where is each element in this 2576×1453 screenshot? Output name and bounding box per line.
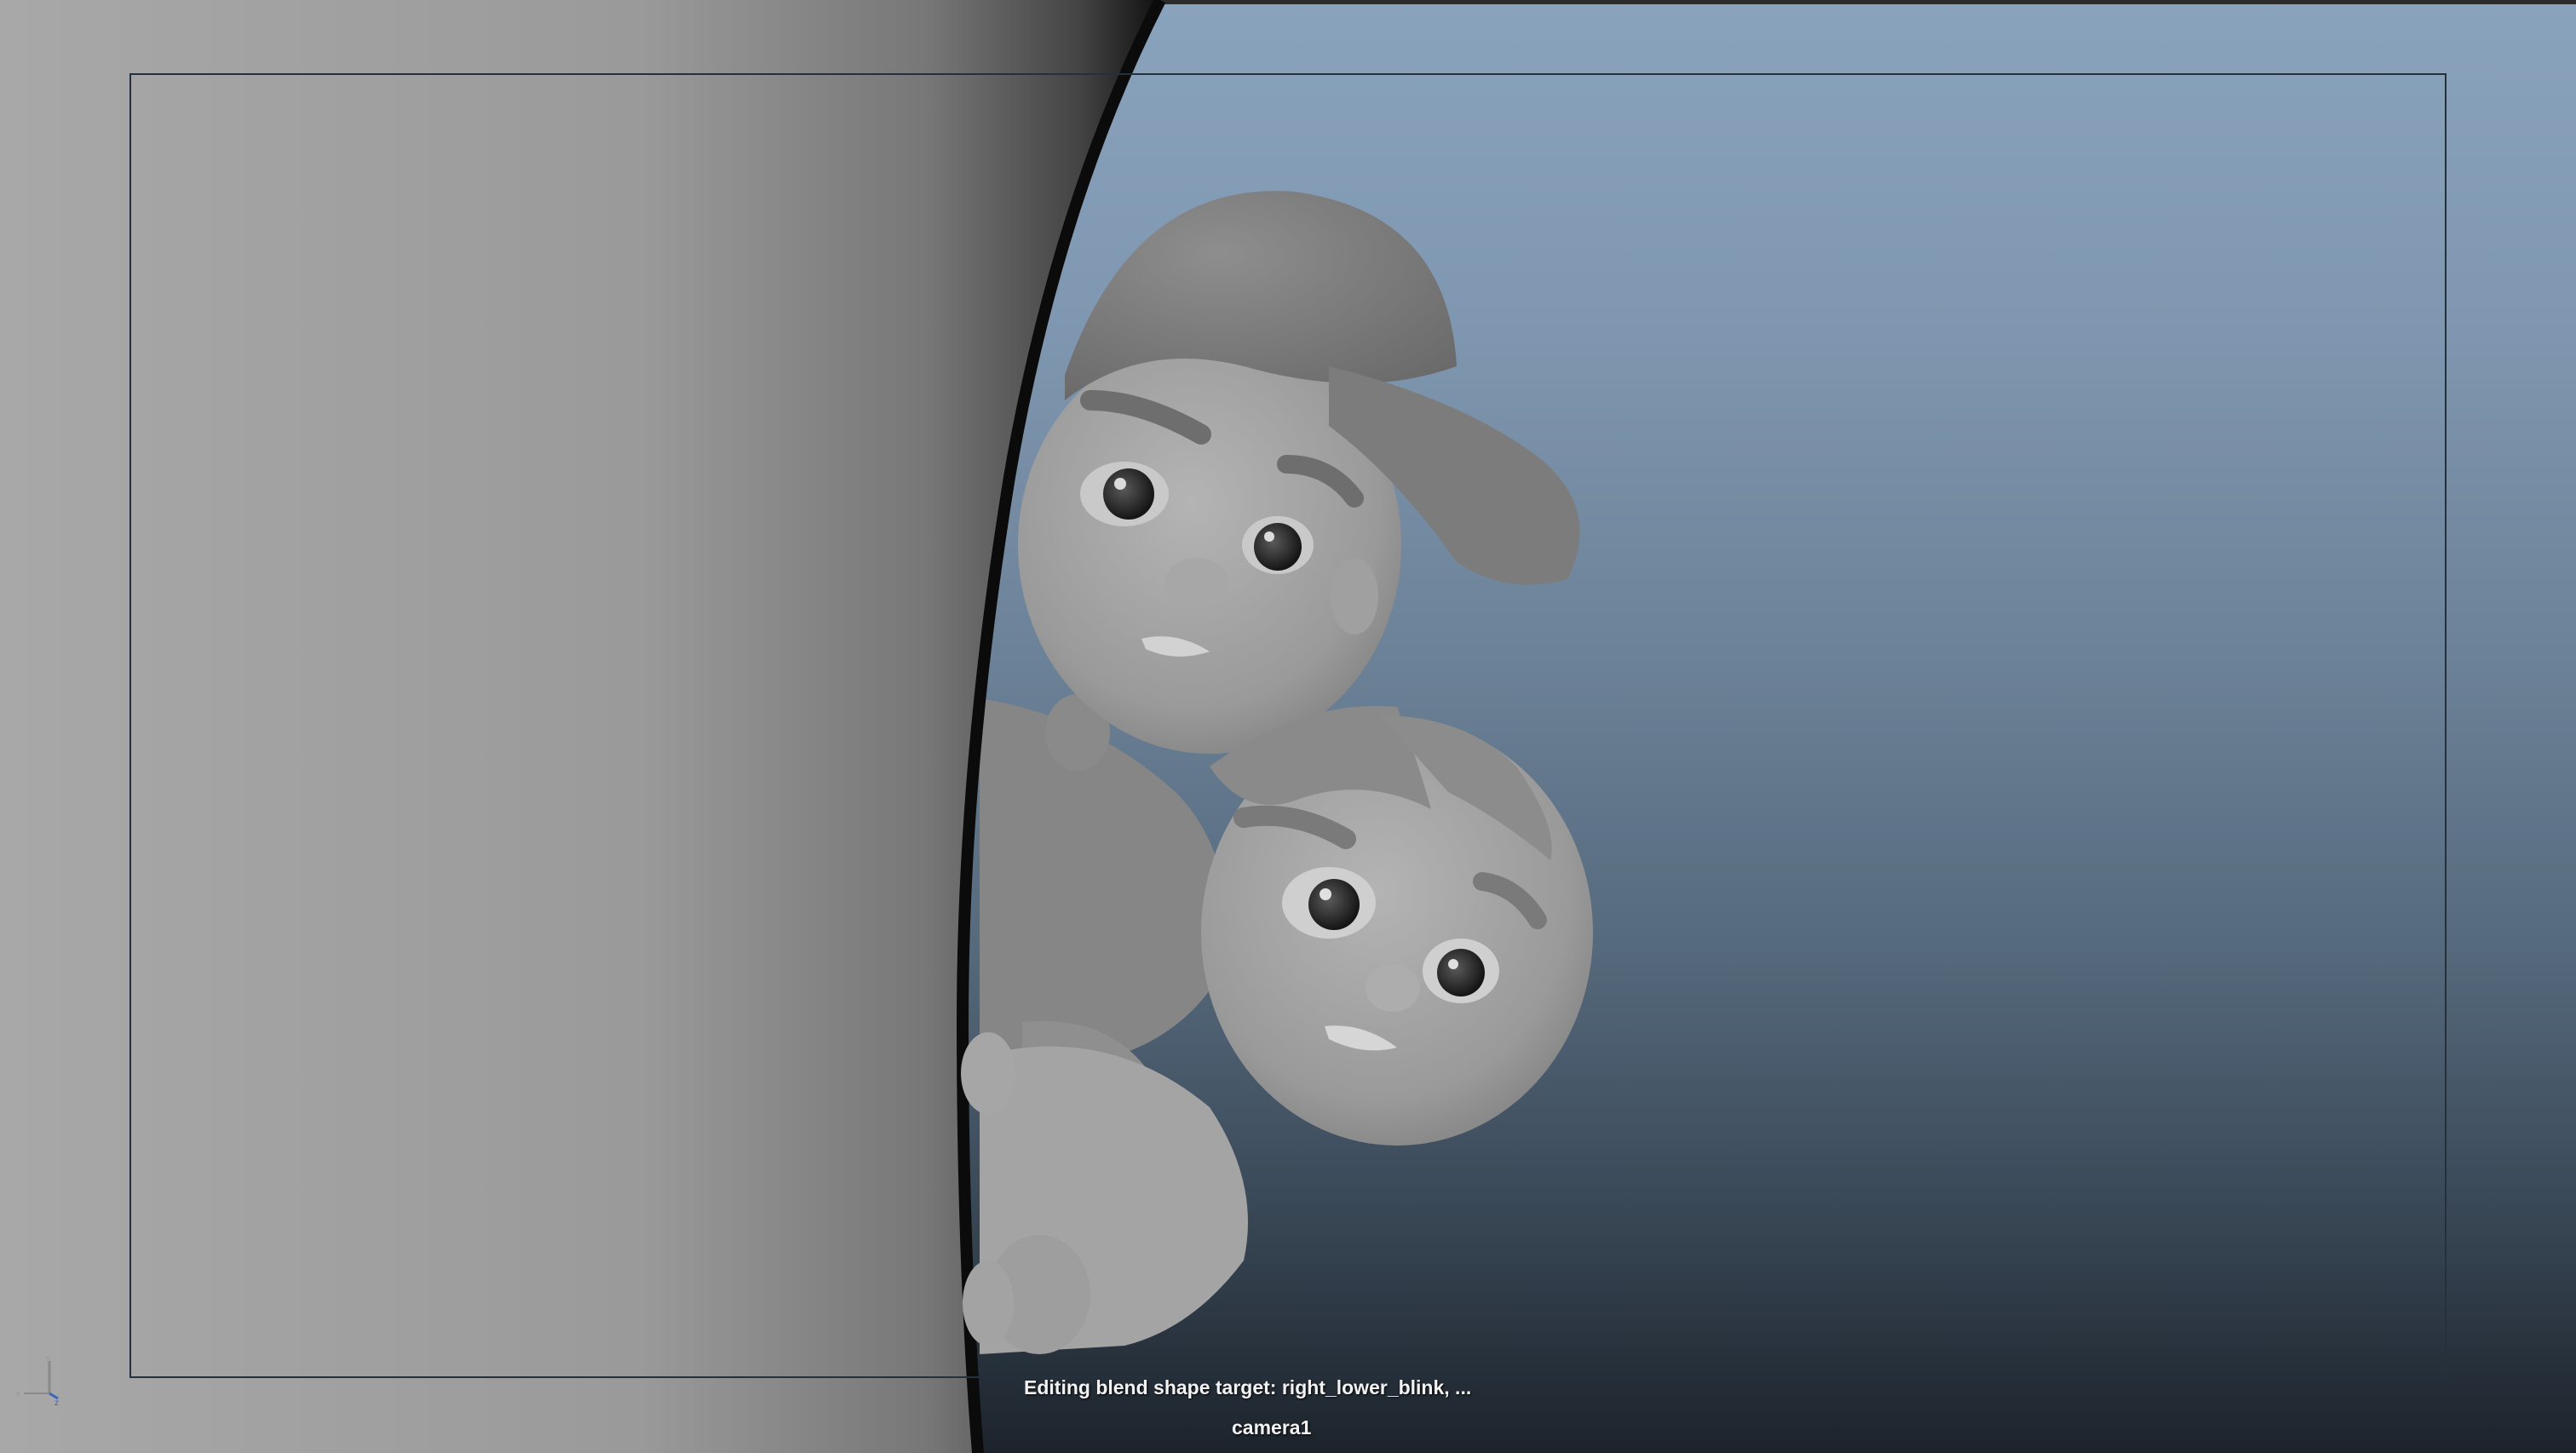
scene-render[interactable] [0, 0, 2576, 1453]
hud-status-message: Editing blend shape target: right_lower_… [1024, 1376, 1472, 1398]
axis-y-label: y [46, 1354, 50, 1363]
axis-z-label: z [55, 1398, 59, 1405]
axis-gizmo: x y z [15, 1354, 59, 1405]
baby-character[interactable] [1201, 705, 1593, 1146]
axis-x-label: x [15, 1387, 20, 1399]
boy-character[interactable] [1018, 191, 1580, 754]
viewport-camera1[interactable]: Editing blend shape target: right_lower_… [0, 0, 2576, 1453]
hud-camera-name: camera1 [1232, 1416, 1312, 1439]
baby-body[interactable] [980, 1046, 1248, 1354]
